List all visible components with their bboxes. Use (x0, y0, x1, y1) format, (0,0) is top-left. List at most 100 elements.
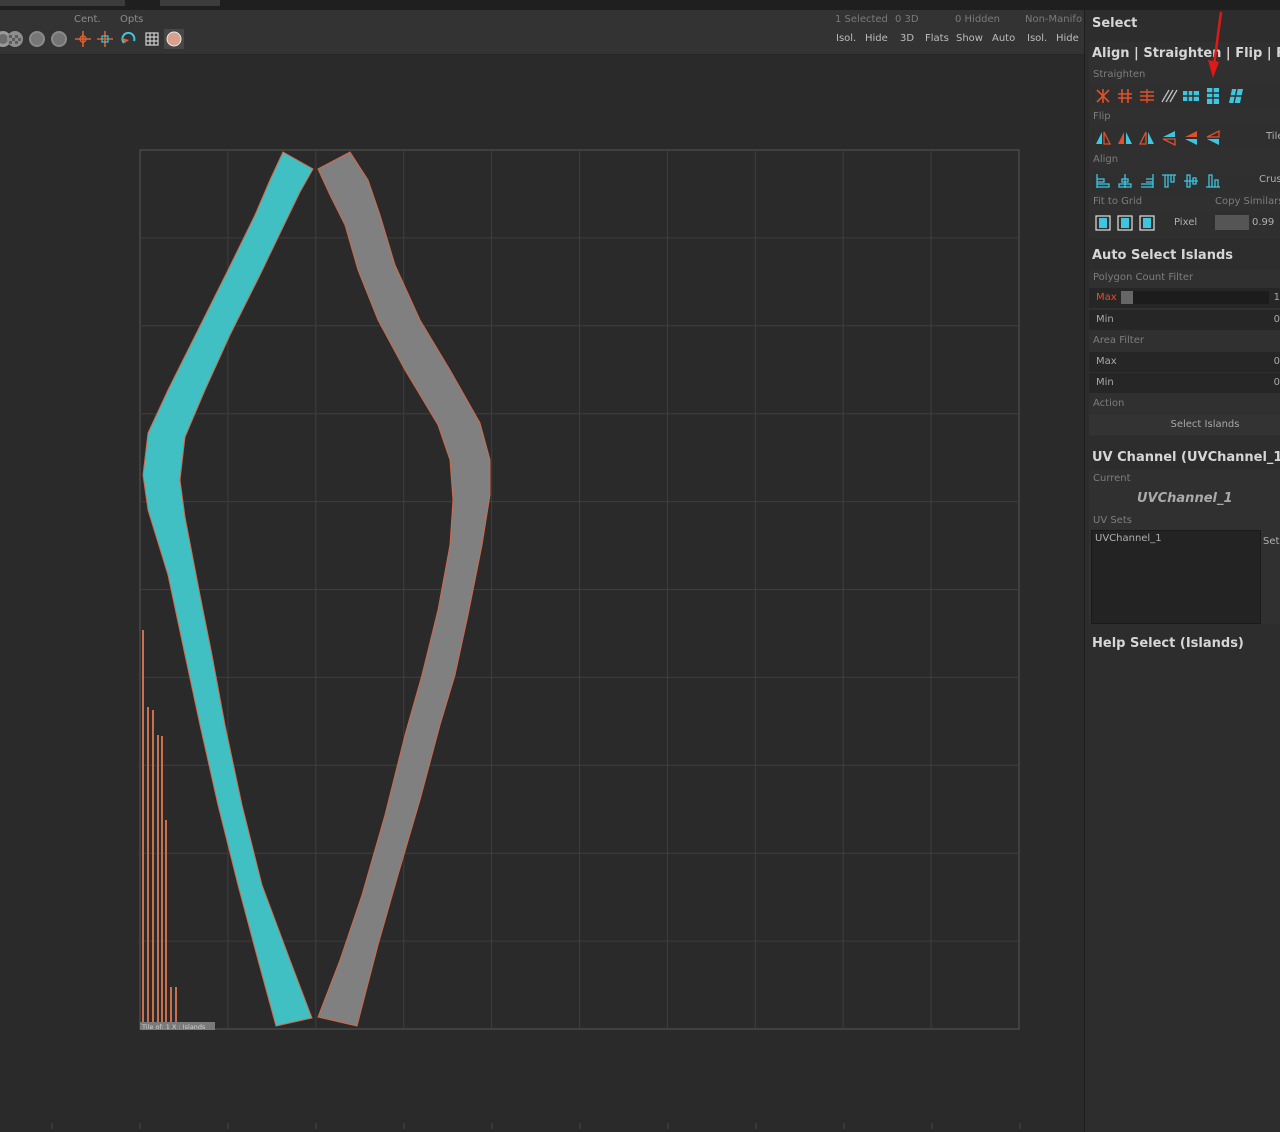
hidden-count: 0 Hidden (955, 14, 1001, 25)
isol-button[interactable]: Isol. (836, 33, 856, 44)
uv-channel-title[interactable]: UV Channel (UVChannel_1) (1092, 450, 1280, 465)
current-label: Current (1093, 473, 1131, 484)
select-islands-label: Select Islands (1170, 419, 1240, 430)
current-channel-value: UVChannel_1 (1137, 491, 1233, 506)
grid-tall-icon[interactable] (1204, 87, 1222, 105)
straighten-diagonal-icon[interactable] (1160, 87, 1178, 105)
histogram-bar (175, 987, 177, 1022)
area-max-row[interactable]: Max 0 (1089, 352, 1280, 372)
select-islands-button[interactable]: Select Islands (1089, 415, 1280, 435)
histogram-bar (170, 987, 172, 1022)
help-select-title[interactable]: Help Select (Islands) (1092, 636, 1244, 651)
isol-nm-button[interactable]: Isol. (1027, 33, 1047, 44)
flip-vertical-icon[interactable] (1160, 129, 1178, 147)
set-button[interactable]: Set (1263, 536, 1279, 547)
flip-horizontal-icon[interactable] (1094, 129, 1112, 147)
uv-grid (139, 149, 1020, 1030)
area-min-label: Min (1096, 377, 1114, 388)
straighten-lines-icon[interactable] (1138, 87, 1156, 105)
histogram-bar (165, 820, 167, 1022)
action-label: Action (1093, 398, 1125, 409)
straighten-row (1089, 84, 1280, 108)
straighten-x-icon[interactable] (1094, 87, 1112, 105)
checker-icon[interactable] (28, 30, 46, 48)
crush-label[interactable]: Crus (1259, 174, 1280, 185)
poly-max-value[interactable]: 1 (1274, 292, 1280, 303)
fit-grid-label: Fit to Grid (1093, 196, 1143, 207)
top-tab[interactable] (0, 0, 125, 6)
move-center-icon[interactable] (74, 30, 92, 48)
pixel-label: Pixel (1174, 217, 1198, 228)
fit-grid-icon[interactable] (1138, 214, 1156, 232)
straighten-hash-icon[interactable] (1116, 87, 1134, 105)
pixel-slider[interactable] (1215, 215, 1249, 230)
poly-max-label: Max (1096, 292, 1117, 303)
show-button[interactable]: Show (956, 33, 983, 44)
hide-button[interactable]: Hide (865, 33, 888, 44)
fit-grid-icon[interactable] (1094, 214, 1112, 232)
histogram-bar (161, 736, 163, 1022)
area-min-row[interactable]: Min 0 (1089, 373, 1280, 393)
uv-viewport[interactable]: Tile of: 1 X : Islands (0, 55, 1084, 1132)
flats-button[interactable]: Flats (925, 33, 949, 44)
grid-wide-icon[interactable] (1182, 87, 1200, 105)
auto-select-title[interactable]: Auto Select Islands (1092, 248, 1233, 263)
fit-grid-row: Pixel 0.99 (1089, 211, 1280, 235)
flip-vertical-icon[interactable] (1204, 129, 1222, 147)
uv-canvas[interactable]: Tile of: 1 X : Islands (0, 55, 1084, 1132)
flip-label: Flip (1093, 111, 1111, 122)
align-label: Align (1093, 154, 1119, 165)
move-center-icon[interactable] (96, 30, 114, 48)
area-min-value[interactable]: 0 (1274, 377, 1280, 388)
align-bottom-icon[interactable] (1204, 172, 1222, 190)
flip-horizontal-icon[interactable] (1138, 129, 1156, 147)
rotate-icon[interactable] (120, 30, 138, 48)
align-middle-icon[interactable] (1182, 172, 1200, 190)
cent-label: Cent. (74, 14, 101, 25)
align-title[interactable]: Align | Straighten | Flip | Fit (1092, 46, 1280, 61)
uv-set-item[interactable]: UVChannel_1 (1095, 533, 1162, 544)
top-strip (0, 0, 1280, 10)
area-max-value[interactable]: 0 (1274, 356, 1280, 367)
uv-sets-list[interactable]: UVChannel_1 (1091, 530, 1261, 624)
tile-label[interactable]: Tile (1266, 131, 1280, 142)
non-manifold-label: Non-Manifo (1025, 14, 1083, 25)
slider-handle[interactable] (1121, 291, 1133, 304)
area-max-label: Max (1096, 356, 1117, 367)
current-channel-row: UVChannel_1 (1089, 488, 1280, 512)
poly-min-value[interactable]: 0 (1274, 314, 1280, 325)
tile-label: Tile of: 1 X : Islands (141, 1023, 206, 1031)
top-tab[interactable] (160, 0, 220, 6)
poly-max-slider[interactable] (1121, 291, 1269, 304)
poly-min-row[interactable]: Min 0 (1089, 310, 1280, 330)
x-axis (51, 1123, 1021, 1129)
uv-sets-label: UV Sets (1093, 515, 1132, 526)
align-right-icon[interactable] (1138, 172, 1156, 190)
flip-horizontal-icon[interactable] (1116, 129, 1134, 147)
selected-count: 1 Selected (835, 14, 888, 25)
three-d-button[interactable]: 3D (900, 33, 914, 44)
circle-icon[interactable] (164, 29, 184, 49)
area-filter-label: Area Filter (1093, 335, 1144, 346)
align-left-icon[interactable] (1094, 172, 1112, 190)
fit-grid-icon[interactable] (1116, 214, 1134, 232)
flip-vertical-icon[interactable] (1182, 129, 1200, 147)
grid-icon[interactable] (143, 30, 161, 48)
grid-skew-icon[interactable] (1227, 87, 1245, 105)
straighten-label: Straighten (1093, 69, 1146, 80)
auto-button[interactable]: Auto (992, 33, 1015, 44)
annotation-arrow (1208, 11, 1223, 78)
three-d-count: 0 3D (895, 14, 919, 25)
checker-icon[interactable] (6, 30, 24, 48)
align-center-icon[interactable] (1116, 172, 1134, 190)
polygon-filter-label: Polygon Count Filter (1093, 272, 1194, 283)
align-row: Crus (1089, 169, 1280, 193)
right-panel: Select Align | Straighten | Flip | Fit S… (1084, 10, 1280, 1132)
pixel-value[interactable]: 0.99 (1252, 217, 1274, 228)
hide-nm-button[interactable]: Hide (1056, 33, 1079, 44)
align-top-icon[interactable] (1160, 172, 1178, 190)
checker-icon[interactable] (50, 30, 68, 48)
histogram-bar (147, 707, 149, 1022)
histogram-bar (157, 735, 159, 1022)
poly-max-row[interactable]: Max 1 (1089, 288, 1280, 308)
